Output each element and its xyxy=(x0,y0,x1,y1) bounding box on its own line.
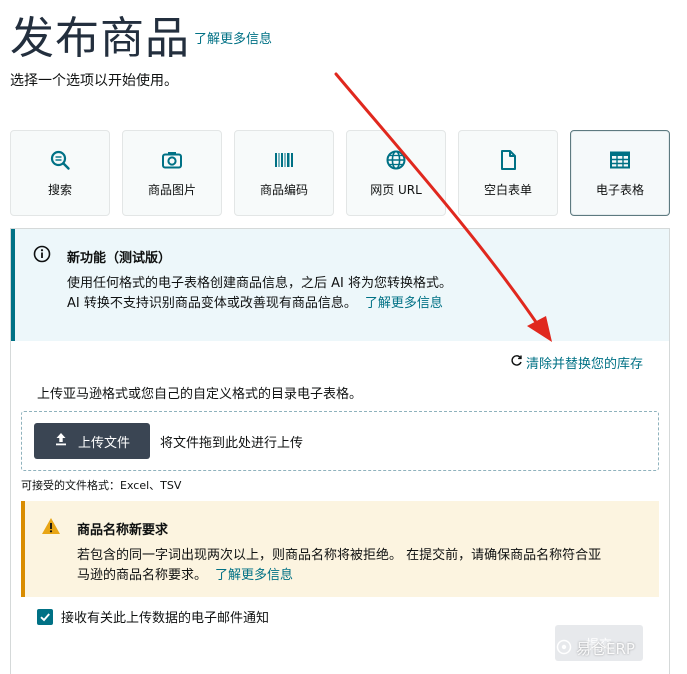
clear-and-replace-label: 清除并替换您的库存 xyxy=(525,357,643,372)
warning-alert-title: 商品名称新要求 xyxy=(77,523,169,538)
accepted-formats: 可接受的文件格式：Excel、TSV xyxy=(21,479,182,492)
upload-file-button[interactable]: 上传文件 xyxy=(34,423,150,459)
option-label: 网页 URL xyxy=(370,182,422,197)
email-notification-checkbox[interactable] xyxy=(37,608,53,625)
checkmark-icon xyxy=(40,612,50,621)
option-label: 商品编码 xyxy=(259,182,308,197)
warning-learn-more-link[interactable]: 了解更多信息 xyxy=(215,568,293,583)
clear-and-replace-link[interactable]: 清除并替换您的库存 xyxy=(510,353,643,372)
page-title: 发布商品 xyxy=(10,13,190,64)
option-label: 空白表单 xyxy=(483,182,532,197)
option-blank-form[interactable]: 空白表单 xyxy=(458,130,558,216)
camera-icon xyxy=(161,149,183,171)
warning-alert-text-2-body: 马逊的商品名称要求。 xyxy=(77,568,208,583)
watermark-text: 易仓ERP xyxy=(576,640,635,658)
page-subtitle: 选择一个选项以开始使用。 xyxy=(10,73,178,89)
option-web-url[interactable]: 网页 URL xyxy=(346,130,446,216)
info-alert-text-2-body: AI 转换不支持识别商品变体或改善现有商品信息。 xyxy=(67,296,357,311)
refresh-icon xyxy=(510,354,523,371)
barcode-icon xyxy=(273,149,295,171)
document-icon xyxy=(497,149,519,171)
watermark-logo-icon xyxy=(556,639,572,659)
spreadsheet-upload-panel: 新功能（测试版） 使用任何格式的电子表格创建商品信息，之后 AI 将为您转换格式… xyxy=(10,228,670,674)
learn-more-link[interactable]: 了解更多信息 xyxy=(194,28,272,47)
warning-icon xyxy=(41,517,61,539)
option-spreadsheet[interactable]: 电子表格 xyxy=(570,130,670,216)
info-learn-more-link[interactable]: 了解更多信息 xyxy=(365,296,443,311)
email-notification-label: 接收有关此上传数据的电子邮件通知 xyxy=(61,611,270,626)
upload-icon xyxy=(54,432,68,450)
option-search[interactable]: 搜索 xyxy=(10,130,110,216)
option-product-image[interactable]: 商品图片 xyxy=(122,130,222,216)
info-alert-text: 使用任何格式的电子表格创建商品信息，之后 AI 将为您转换格式。 xyxy=(67,276,452,291)
option-label: 电子表格 xyxy=(595,182,644,197)
spreadsheet-icon xyxy=(609,149,631,171)
warning-alert-text-2: 马逊的商品名称要求。 了解更多信息 xyxy=(77,564,293,583)
email-notification-option[interactable]: 接收有关此上传数据的电子邮件通知 xyxy=(37,607,269,626)
listing-options: 搜索 商品图片 商品编码 网页 URL 空白表单 电子表格 xyxy=(10,130,670,216)
info-icon xyxy=(33,245,51,267)
warning-alert: 商品名称新要求 若包含的同一字词出现两次以上，则商品名称将被拒绝。 在提交前，请… xyxy=(21,501,659,597)
option-label: 搜索 xyxy=(47,182,72,197)
warning-alert-text: 若包含的同一字词出现两次以上，则商品名称将被拒绝。 在提交前，请确保商品名称符合… xyxy=(77,548,602,563)
globe-icon xyxy=(385,149,407,171)
upload-description: 上传亚马逊格式或您自己的自定义格式的目录电子表格。 xyxy=(37,387,363,402)
info-alert-text-2: AI 转换不支持识别商品变体或改善现有商品信息。 了解更多信息 xyxy=(67,292,443,311)
option-label: 商品图片 xyxy=(147,182,196,197)
watermark: 易仓ERP xyxy=(556,638,635,659)
drop-hint: 将文件拖到此处进行上传 xyxy=(160,436,304,451)
search-icon xyxy=(49,149,71,171)
option-product-code[interactable]: 商品编码 xyxy=(234,130,334,216)
file-dropzone[interactable]: 上传文件 将文件拖到此处进行上传 xyxy=(21,411,659,471)
info-alert-title: 新功能（测试版） xyxy=(67,251,172,266)
info-alert: 新功能（测试版） 使用任何格式的电子表格创建商品信息，之后 AI 将为您转换格式… xyxy=(11,229,669,341)
upload-file-label: 上传文件 xyxy=(77,435,130,451)
